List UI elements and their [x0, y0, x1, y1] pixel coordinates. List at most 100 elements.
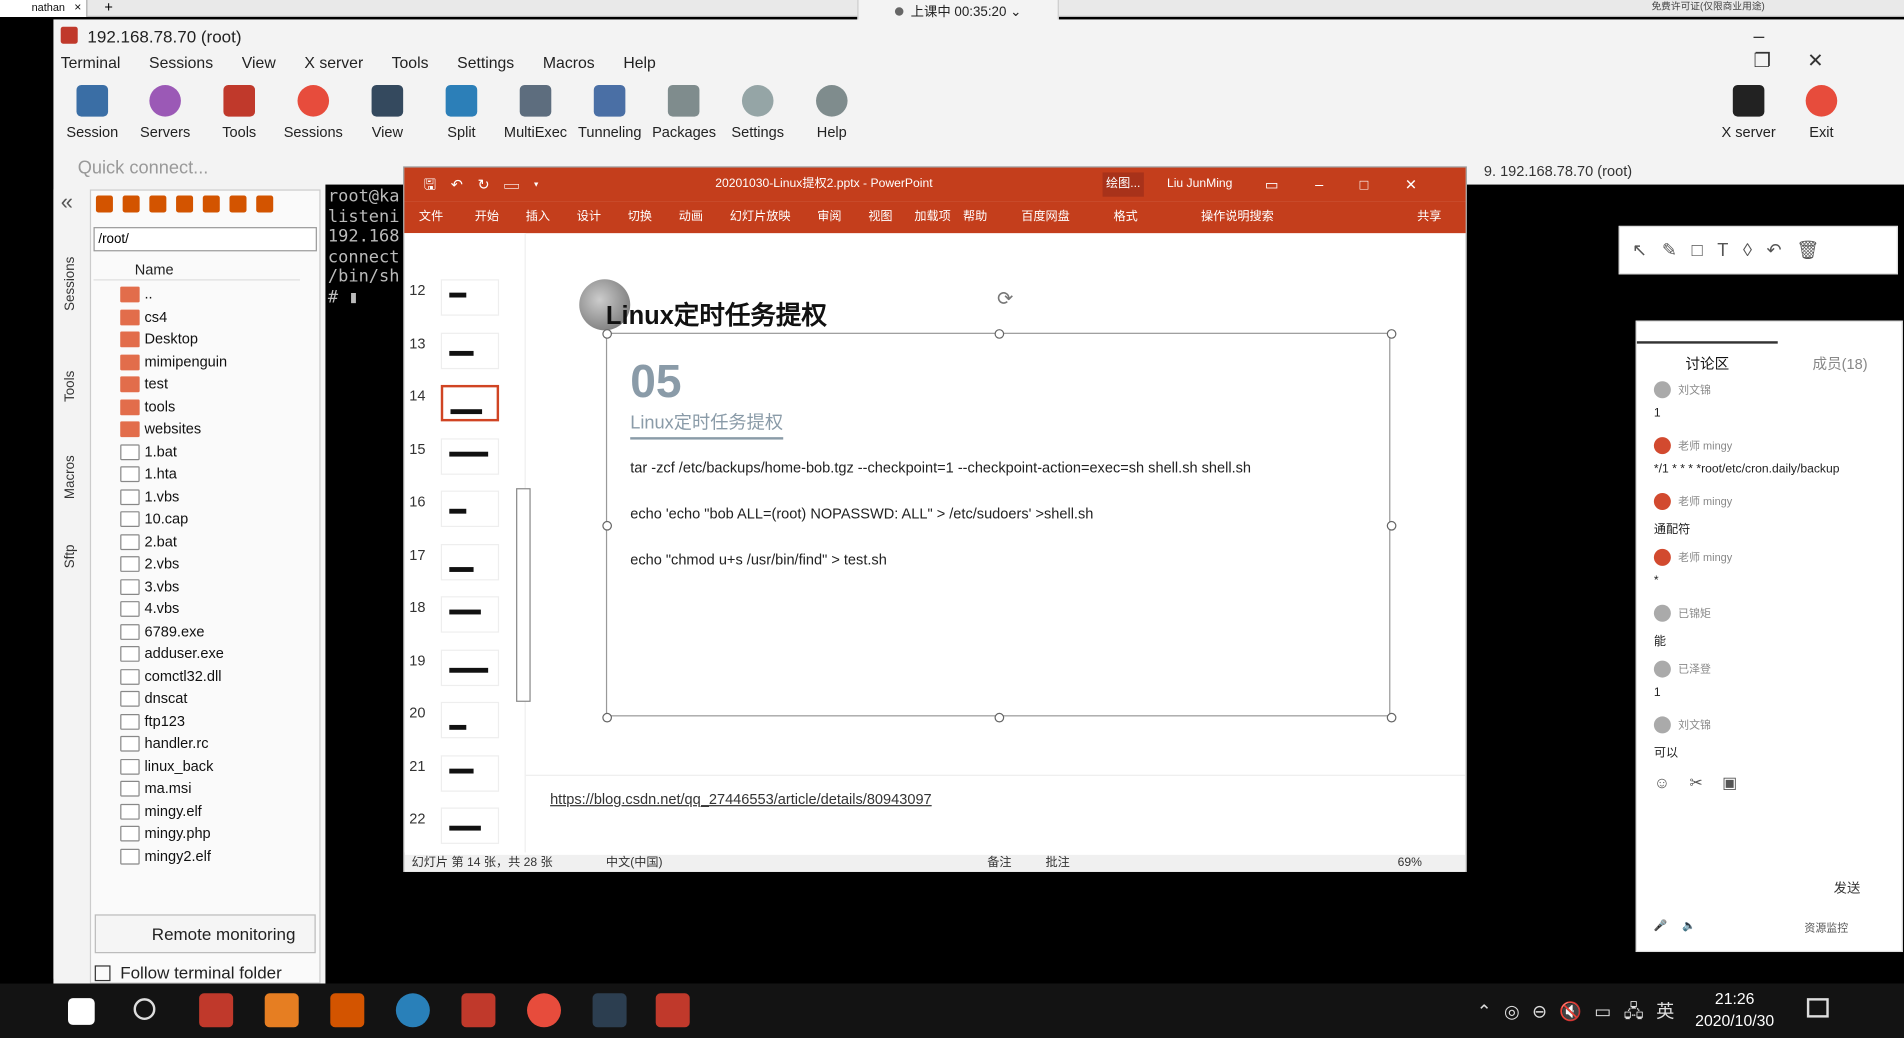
- resize-handle[interactable]: [1386, 329, 1397, 339]
- file-list-item[interactable]: ma.msi: [120, 777, 302, 799]
- quick-connect-input[interactable]: Quick connect...: [66, 155, 333, 182]
- new-folder-icon[interactable]: [202, 195, 220, 213]
- taskbar-app-3[interactable]: [330, 993, 365, 1028]
- file-list-item[interactable]: 2.bat: [120, 530, 302, 552]
- checkbox-icon[interactable]: [94, 965, 111, 982]
- file-list-item[interactable]: 1.vbs: [120, 485, 302, 507]
- drawing-tools-tab[interactable]: 绘图...: [1102, 172, 1144, 197]
- ribbon-tab[interactable]: 视图: [868, 202, 892, 234]
- terminal-icon[interactable]: [592, 993, 627, 1028]
- file-list-item[interactable]: adduser.exe: [120, 642, 302, 664]
- refresh-icon[interactable]: [176, 195, 194, 213]
- packages-button[interactable]: Packages: [652, 80, 716, 141]
- selected-textbox[interactable]: [602, 329, 1397, 723]
- ribbon-tab[interactable]: 共享: [1417, 202, 1441, 234]
- ribbon-tab[interactable]: 插入: [526, 202, 550, 234]
- file-list-item[interactable]: 3.vbs: [120, 575, 302, 597]
- file-list-item[interactable]: Desktop: [120, 328, 302, 350]
- annotation-toolbar[interactable]: ↖✎□T◊↶🗑: [1618, 225, 1898, 275]
- exit-button[interactable]: Exit: [1790, 80, 1853, 141]
- tools-button[interactable]: Tools: [208, 80, 271, 141]
- send-button[interactable]: 发送: [1834, 878, 1861, 897]
- file-list-item[interactable]: websites: [120, 418, 302, 440]
- slide-thumbnail[interactable]: 22: [404, 807, 525, 857]
- file-list-item[interactable]: 6789.exe: [120, 620, 302, 642]
- chat-tools[interactable]: ☺✂▣: [1654, 774, 1757, 793]
- menu-view[interactable]: View: [242, 53, 276, 71]
- taskbar-app-5[interactable]: [461, 993, 496, 1028]
- xserver-button[interactable]: X server: [1717, 80, 1780, 141]
- file-list-item[interactable]: tools: [120, 395, 302, 417]
- slide-thumbnail[interactable]: 17: [404, 543, 525, 592]
- slide-thumbnail[interactable]: 18: [404, 596, 525, 645]
- resize-handle[interactable]: [994, 329, 1005, 339]
- menu-xserver[interactable]: X server: [304, 53, 363, 71]
- ribbon-tab[interactable]: 加载项: [914, 202, 950, 234]
- ribbon-tab[interactable]: 设计: [577, 202, 601, 234]
- collapse-icon[interactable]: «: [61, 189, 73, 215]
- file-list-item[interactable]: mingy.php: [120, 822, 302, 844]
- download-icon[interactable]: [122, 195, 140, 213]
- file-list-item[interactable]: mimipenguin: [120, 350, 302, 372]
- resize-handle[interactable]: [602, 329, 613, 339]
- session-tab-active[interactable]: 9. 192.168.78.70 (root): [1484, 158, 1632, 185]
- comments-button[interactable]: 批注: [1046, 855, 1070, 872]
- file-list-item[interactable]: 2.vbs: [120, 553, 302, 575]
- slide-thumbnail[interactable]: 19: [404, 649, 525, 698]
- resize-handle[interactable]: [1386, 520, 1397, 531]
- session-button[interactable]: Session: [61, 80, 124, 141]
- vtab-sessions[interactable]: Sessions: [63, 257, 78, 311]
- slide-thumbnail[interactable]: 21: [404, 754, 525, 804]
- resize-handle[interactable]: [994, 712, 1005, 723]
- vtab-sftp[interactable]: Sftp: [63, 545, 78, 569]
- vtab-tools[interactable]: Tools: [63, 371, 78, 402]
- settings-button[interactable]: Settings: [726, 80, 789, 141]
- ribbon-tab[interactable]: 帮助: [963, 202, 987, 234]
- ppt-window-controls[interactable]: ▭–□✕: [1265, 168, 1454, 202]
- split-button[interactable]: Split: [430, 80, 493, 141]
- clock[interactable]: 21:26 2020/10/30: [1695, 988, 1774, 1032]
- sessions-button[interactable]: Sessions: [282, 80, 345, 141]
- window-controls[interactable]: –❐✕: [1753, 27, 1904, 73]
- zoom-level[interactable]: 69%: [1398, 855, 1422, 872]
- top-tab[interactable]: nathan ×: [0, 0, 88, 18]
- delete-icon[interactable]: [256, 195, 274, 213]
- file-list-item[interactable]: mingy2.elf: [120, 845, 302, 867]
- ribbon-tab[interactable]: 幻灯片放映: [730, 202, 791, 234]
- notes-link[interactable]: https://blog.csdn.net/qq_27446553/articl…: [550, 791, 932, 808]
- notification-icon[interactable]: [1806, 998, 1829, 1018]
- chrome-icon[interactable]: [527, 993, 562, 1028]
- remote-monitoring-button[interactable]: Remote monitoring: [94, 914, 316, 954]
- slide-canvas[interactable]: Linux定时任务提权 05 Linux定时任务提权 tar -zcf /etc…: [574, 235, 1461, 770]
- file-list-item[interactable]: 4.vbs: [120, 597, 302, 619]
- file-list-item[interactable]: linux_back: [120, 755, 302, 777]
- follow-terminal-checkbox[interactable]: Follow terminal folder: [94, 963, 282, 982]
- edge-icon[interactable]: [395, 993, 430, 1028]
- tab-members[interactable]: 成员(18): [1813, 353, 1868, 374]
- ribbon-tab[interactable]: 开始: [475, 202, 499, 234]
- notes-pane[interactable]: https://blog.csdn.net/qq_27446553/articl…: [525, 774, 1466, 855]
- new-file-icon[interactable]: [229, 195, 247, 213]
- upload-icon[interactable]: [149, 195, 167, 213]
- ribbon-tab[interactable]: 格式: [1114, 202, 1138, 234]
- menu-help[interactable]: Help: [623, 53, 655, 71]
- file-list-item[interactable]: handler.rc: [120, 732, 302, 754]
- menu-terminal[interactable]: Terminal: [61, 53, 121, 71]
- file-list-item[interactable]: cs4: [120, 305, 302, 327]
- vtab-macros[interactable]: Macros: [63, 455, 78, 499]
- menu-macros[interactable]: Macros: [543, 53, 595, 71]
- menu-settings[interactable]: Settings: [457, 53, 514, 71]
- slide-thumbnail[interactable]: 14: [404, 384, 525, 434]
- add-tab-icon[interactable]: +: [104, 0, 113, 16]
- multiexec-button[interactable]: MultiExec: [504, 80, 567, 141]
- taskbar-app-remote[interactable]: [199, 993, 234, 1028]
- ribbon-tab[interactable]: 动画: [679, 202, 703, 234]
- notes-button[interactable]: 备注: [987, 855, 1011, 872]
- quick-access-toolbar[interactable]: 🖫↶↻▭▾: [424, 168, 554, 202]
- column-header-name[interactable]: Name: [93, 259, 300, 281]
- view-button[interactable]: View: [356, 80, 419, 141]
- resize-handle[interactable]: [602, 520, 613, 531]
- ribbon-tab[interactable]: 百度网盘: [1021, 202, 1070, 234]
- file-list-item[interactable]: comctl32.dll: [120, 665, 302, 687]
- close-icon[interactable]: ×: [74, 0, 81, 16]
